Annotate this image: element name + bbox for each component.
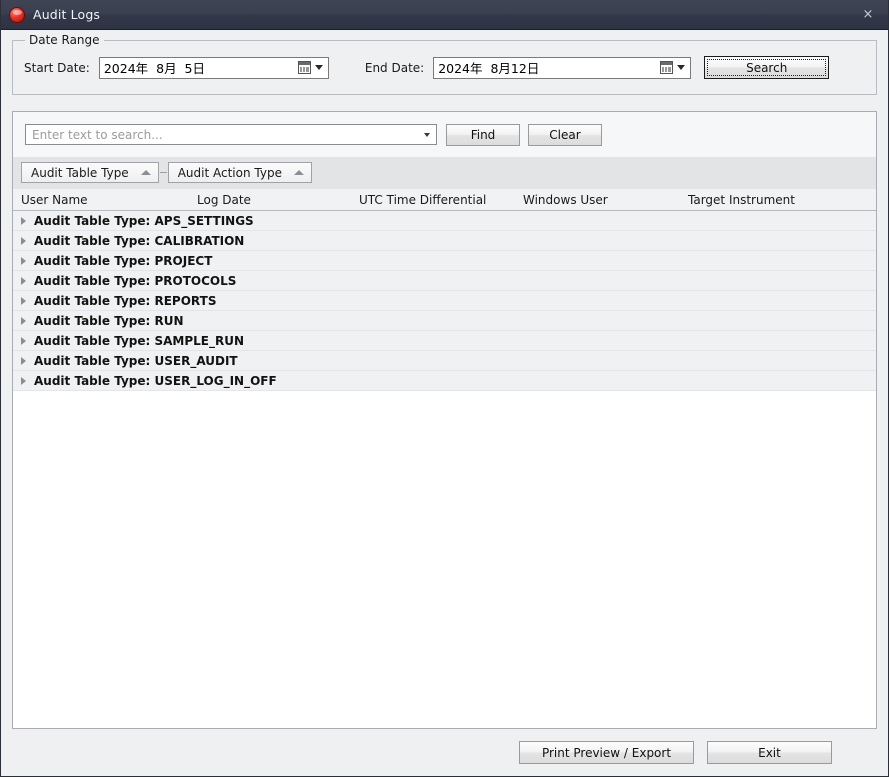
group-row-label: Audit Table Type: CALIBRATION	[34, 233, 245, 248]
expand-collapse-icon[interactable]	[21, 336, 26, 345]
expand-collapse-icon[interactable]	[21, 216, 26, 225]
audit-logs-window: Audit Logs × Date Range Start Date: 2024…	[0, 0, 889, 777]
expand-collapse-icon[interactable]	[21, 236, 26, 245]
search-button[interactable]: Search	[704, 56, 830, 79]
focus-indicator	[707, 59, 827, 76]
grid-rows: Audit Table Type: APS_SETTINGS Audit Tab…	[13, 211, 876, 728]
table-row[interactable]: Audit Table Type: SAMPLE_RUN	[13, 331, 876, 351]
end-date-input[interactable]: 2024年 8月12日	[433, 56, 692, 79]
expand-collapse-icon[interactable]	[21, 376, 26, 385]
date-range-legend: Date Range	[25, 33, 104, 47]
date-range-groupbox: Date Range Start Date: 2024年 8月 5日 End D…	[12, 33, 877, 95]
column-header-windows-user[interactable]: Windows User	[523, 193, 608, 207]
expand-collapse-icon[interactable]	[21, 316, 26, 325]
sort-ascending-icon[interactable]	[293, 170, 304, 175]
table-row[interactable]: Audit Table Type: REPORTS	[13, 291, 876, 311]
audit-grid-panel: Enter text to search... Find Clear Audit…	[12, 111, 877, 729]
chevron-down-icon[interactable]	[424, 132, 430, 137]
clear-button-label: Clear	[549, 127, 581, 142]
start-date-value: 2024年 8月 5日	[103, 61, 205, 76]
chevron-down-icon[interactable]	[677, 65, 686, 70]
print-button-label: Print Preview / Export	[541, 745, 672, 760]
expand-collapse-icon[interactable]	[21, 276, 26, 285]
find-button[interactable]: Find	[446, 123, 520, 146]
close-icon[interactable]: ×	[848, 0, 888, 29]
column-header-log-date[interactable]: Log Date	[197, 193, 251, 207]
calendar-icon[interactable]	[297, 61, 311, 74]
column-header-target-instrument[interactable]: Target Instrument	[688, 193, 795, 207]
search-input-placeholder: Enter text to search...	[32, 127, 163, 142]
group-by-band[interactable]: Audit Table Type Audit Action Type	[13, 157, 876, 189]
table-row[interactable]: Audit Table Type: USER_AUDIT	[13, 351, 876, 371]
group-chip-label: Audit Action Type	[177, 165, 282, 180]
group-chip-audit-table-type[interactable]: Audit Table Type	[21, 162, 159, 183]
title-bar: Audit Logs ×	[1, 0, 888, 30]
expand-collapse-icon[interactable]	[21, 256, 26, 265]
group-row-label: Audit Table Type: SAMPLE_RUN	[34, 333, 245, 348]
group-chip-label: Audit Table Type	[31, 165, 129, 180]
table-row[interactable]: Audit Table Type: RUN	[13, 311, 876, 331]
chevron-down-icon[interactable]	[314, 65, 323, 70]
start-date-input[interactable]: 2024年 8月 5日	[98, 56, 329, 79]
table-row[interactable]: Audit Table Type: CALIBRATION	[13, 231, 876, 251]
grid-column-headers: User Name Log Date UTC Time Differential…	[13, 189, 876, 211]
group-row-label: Audit Table Type: PROJECT	[34, 253, 213, 268]
column-header-utc-differential[interactable]: UTC Time Differential	[359, 193, 486, 207]
sort-ascending-icon[interactable]	[140, 170, 151, 175]
table-row[interactable]: Audit Table Type: USER_LOG_IN_OFF	[13, 371, 876, 391]
group-row-label: Audit Table Type: USER_LOG_IN_OFF	[34, 373, 277, 388]
group-row-label: Audit Table Type: USER_AUDIT	[34, 353, 238, 368]
clear-button[interactable]: Clear	[528, 123, 602, 146]
search-toolbar: Enter text to search... Find Clear	[13, 112, 876, 157]
app-red-sphere-icon	[9, 6, 25, 23]
end-date-value: 2024年 8月12日	[438, 61, 540, 76]
dialog-body: Date Range Start Date: 2024年 8月 5日 End D…	[1, 30, 888, 776]
group-chip-audit-action-type[interactable]: Audit Action Type	[167, 162, 312, 183]
dialog-footer: Print Preview / Export Exit	[12, 729, 877, 776]
group-row-label: Audit Table Type: RUN	[34, 313, 184, 328]
group-row-label: Audit Table Type: PROTOCOLS	[34, 273, 237, 288]
find-button-label: Find	[470, 127, 496, 142]
table-row[interactable]: Audit Table Type: APS_SETTINGS	[13, 211, 876, 231]
column-header-user-name[interactable]: User Name	[21, 193, 88, 207]
expand-collapse-icon[interactable]	[21, 296, 26, 305]
expand-collapse-icon[interactable]	[21, 356, 26, 365]
end-date-label: End Date:	[364, 60, 425, 75]
search-input[interactable]: Enter text to search...	[25, 124, 437, 145]
group-row-label: Audit Table Type: REPORTS	[34, 293, 217, 308]
calendar-icon[interactable]	[660, 61, 674, 74]
start-date-label: Start Date:	[24, 60, 90, 75]
table-row[interactable]: Audit Table Type: PROTOCOLS	[13, 271, 876, 291]
table-row[interactable]: Audit Table Type: PROJECT	[13, 251, 876, 271]
group-row-label: Audit Table Type: APS_SETTINGS	[34, 213, 254, 228]
window-title: Audit Logs	[33, 7, 101, 22]
chip-connector	[159, 172, 167, 173]
exit-button-label: Exit	[758, 745, 781, 760]
exit-button[interactable]: Exit	[707, 741, 832, 764]
print-preview-export-button[interactable]: Print Preview / Export	[519, 741, 694, 764]
